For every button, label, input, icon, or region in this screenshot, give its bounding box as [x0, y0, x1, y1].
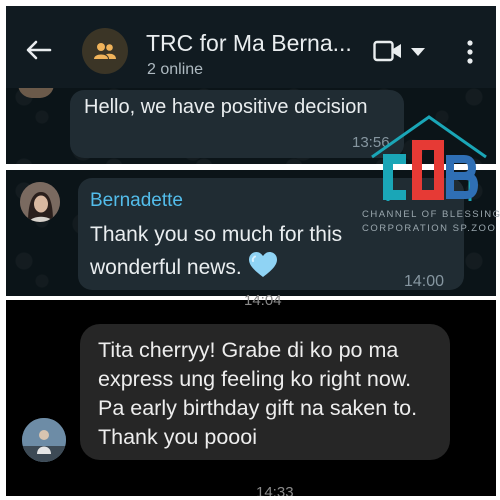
profile-photo	[20, 182, 60, 222]
group-avatar[interactable]	[82, 28, 128, 74]
avatar[interactable]	[22, 418, 66, 462]
profile-photo	[22, 418, 66, 462]
avatar[interactable]	[20, 182, 60, 222]
chat-header: TRC for Ma Berna... 2 online	[6, 6, 496, 88]
message-time: 14:04	[244, 292, 282, 309]
message-time: 14:00	[404, 273, 445, 290]
company-logo: CHANNEL OF BLESSING CORPORATION SP.ZOO	[362, 113, 500, 237]
group-icon	[94, 43, 116, 59]
message-bubble[interactable]: Tita cherryy! Grabe di ko po ma express …	[80, 324, 450, 460]
light-blue-heart-icon	[248, 252, 277, 277]
logo-text-line-2: CORPORATION SP.ZOO	[362, 223, 497, 234]
back-arrow-icon[interactable]	[24, 40, 54, 60]
message-text: Tita cherryy! Grabe di ko po ma express …	[98, 338, 418, 449]
message-text-wrap: Thank you so much for this wonderful new…	[90, 218, 390, 284]
message-text: Thank you so much for this wonderful new…	[90, 223, 343, 279]
message-time: 14:33	[256, 484, 294, 496]
message-bubble[interactable]: Hello, we have positive decision 13:56	[70, 90, 404, 158]
chat-status: 2 online	[147, 61, 204, 78]
sender-name[interactable]: Bernadette	[90, 190, 183, 212]
chat-screen-bottom: Tita cherryy! Grabe di ko po ma express …	[6, 300, 496, 496]
message-text: Hello, we have positive decision	[84, 96, 368, 118]
chat-title[interactable]: TRC for Ma Berna...	[146, 30, 352, 57]
logo-text-line-1: CHANNEL OF BLESSING	[362, 209, 500, 220]
logo-mark	[371, 115, 487, 201]
more-options-icon[interactable]	[466, 39, 474, 65]
chevron-down-icon[interactable]	[411, 48, 425, 56]
video-call-icon[interactable]	[373, 40, 403, 62]
